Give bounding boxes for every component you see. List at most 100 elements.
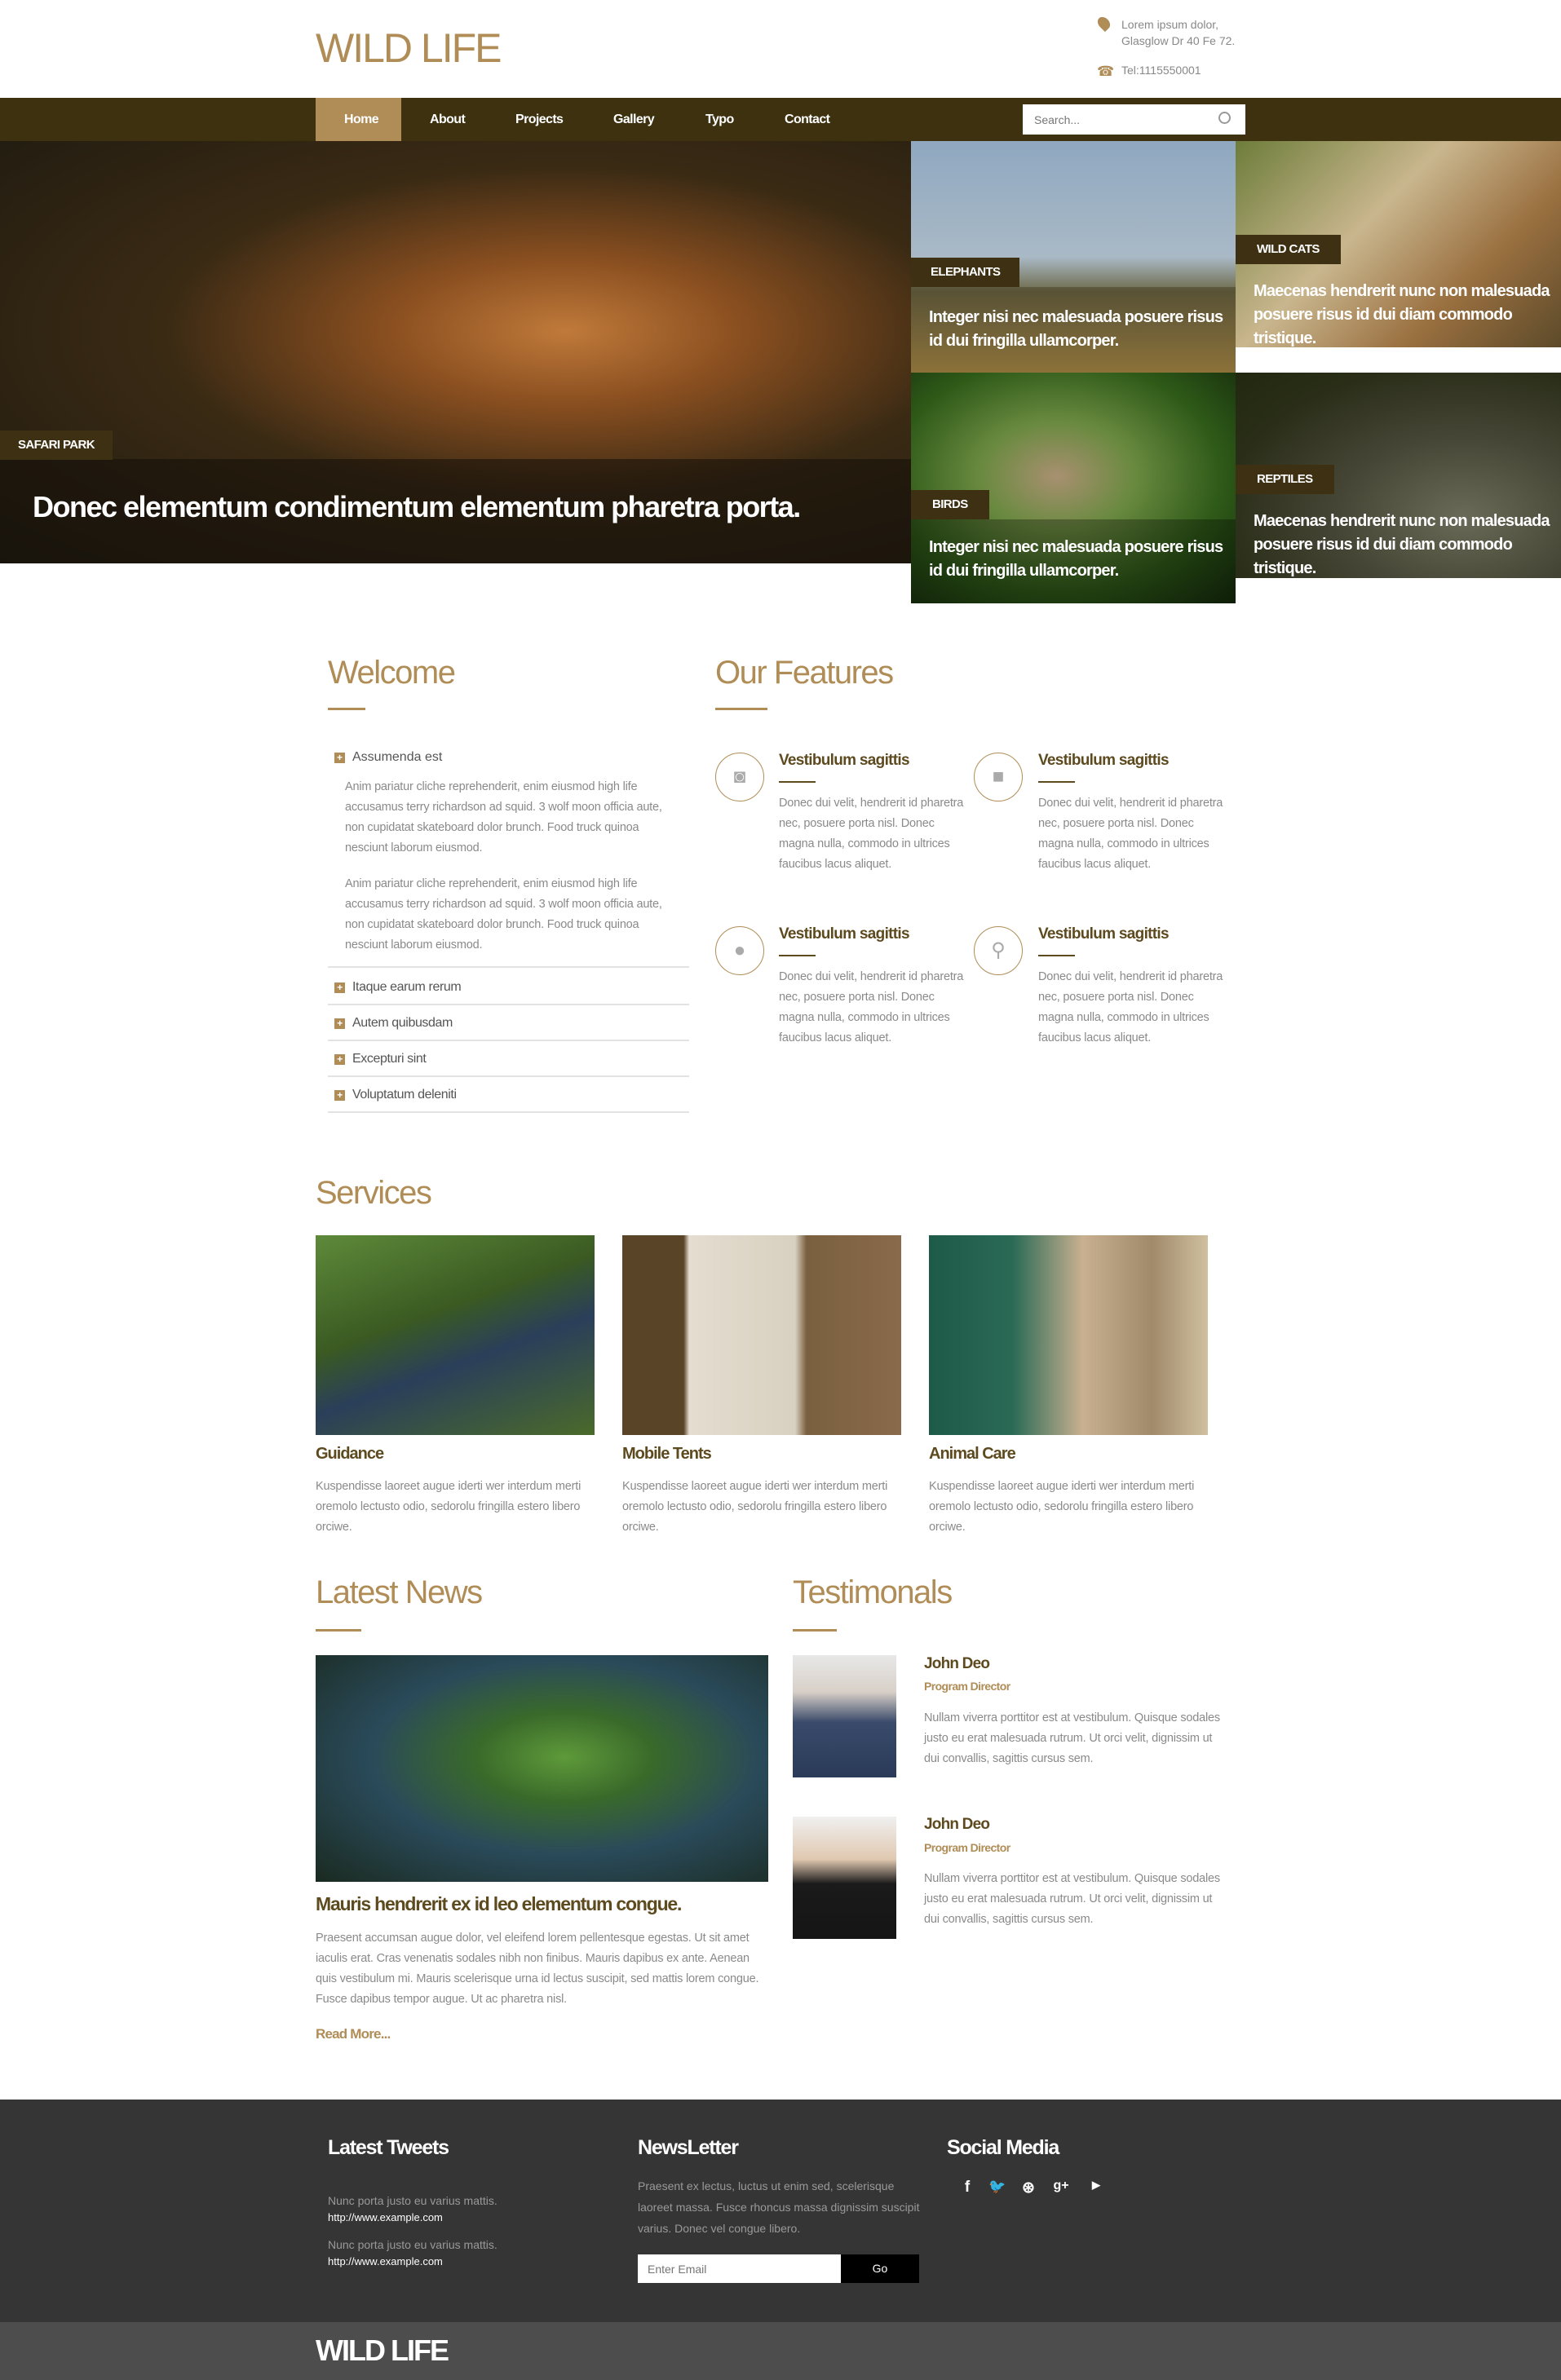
read-more-link[interactable]: Read More... — [316, 2026, 391, 2042]
services-title: Services — [316, 1175, 432, 1211]
feature-title: Vestibulum sagittis — [1038, 752, 1170, 769]
accordion-item[interactable]: + Excepturi sint — [328, 1041, 689, 1077]
nav-about[interactable]: About — [430, 98, 466, 141]
tile-reptiles[interactable]: REPTILES Maecenas hendrerit nunc non mal… — [1236, 373, 1561, 578]
google-plus-icon[interactable]: g+ — [1049, 2179, 1073, 2193]
tile-label: ELEPHANTS — [911, 258, 1020, 287]
dribbble-icon[interactable]: ⊛ — [1016, 2179, 1041, 2197]
hero-caption: Donec elementum condimentum elementum ph… — [33, 490, 801, 523]
feature-underline — [779, 955, 816, 956]
feature-title: Vestibulum sagittis — [779, 925, 910, 943]
logo[interactable]: WILD LIFE — [316, 24, 502, 72]
hero-label: SAFARI PARK — [0, 431, 113, 460]
accordion-paragraph: Anim pariatur cliche reprehenderit, enim… — [345, 877, 662, 952]
tweet-text: Nunc porta justo eu varius mattis. — [328, 2194, 497, 2207]
map-marker-icon — [1094, 14, 1113, 33]
bottom-bar — [0, 2322, 1561, 2380]
feature-title: Vestibulum sagittis — [779, 752, 910, 769]
service-text: Kuspendisse laoreet augue iderti wer int… — [929, 1480, 1195, 1534]
hero-main[interactable]: SAFARI PARK Donec elementum condimentum … — [0, 141, 911, 563]
testimonial-role: Program Director — [924, 1680, 1010, 1693]
address-line-2: Glasglow Dr 40 Fe 72. — [1121, 34, 1236, 47]
testimonials-title: Testimonals — [793, 1574, 953, 1610]
welcome-title: Welcome — [328, 655, 456, 691]
avatar — [793, 1655, 896, 1777]
feature-text: Donec dui velit, hendrerit id pharetra n… — [779, 797, 964, 871]
service-text: Kuspendisse laoreet augue iderti wer int… — [316, 1480, 582, 1534]
title-underline — [328, 708, 365, 710]
nav-contact[interactable]: Contact — [785, 98, 830, 141]
search-input[interactable] — [1023, 104, 1245, 135]
accordion-title: Excepturi sint — [352, 1052, 427, 1066]
service-image-mobile-tents — [622, 1235, 901, 1435]
tile-birds[interactable]: BIRDS Integer nisi nec malesuada posuere… — [911, 373, 1236, 603]
newsletter-title: NewsLetter — [638, 2136, 739, 2159]
newsletter-text: Praesent ex lectus, luctus ut enim sed, … — [638, 2179, 920, 2235]
nav-typo[interactable]: Typo — [705, 98, 734, 141]
title-underline — [793, 1629, 837, 1632]
accordion-title: Autem quibusdam — [352, 1016, 453, 1030]
feature-title: Vestibulum sagittis — [1038, 925, 1170, 943]
feature-underline — [779, 781, 816, 783]
tile-caption: Maecenas hendrerit nunc non malesuada po… — [1254, 512, 1550, 577]
feature-underline — [1038, 781, 1075, 783]
accordion-title[interactable]: Assumenda est — [352, 750, 442, 765]
bottom-logo[interactable]: WILD LIFE — [316, 2334, 449, 2368]
tweet-link[interactable]: http://www.example.com — [328, 2255, 443, 2267]
plus-icon: + — [334, 982, 345, 993]
feature-text: Donec dui velit, hendrerit id pharetra n… — [1038, 797, 1223, 871]
twitter-icon[interactable]: 🐦 — [985, 2179, 1010, 2195]
service-title: Animal Care — [929, 1445, 1016, 1463]
nav-home[interactable]: Home — [344, 98, 379, 141]
testimonial-name: John Deo — [924, 1816, 990, 1833]
testimonial-role: Program Director — [924, 1841, 1010, 1854]
accordion-item[interactable]: + Voluptatum deleniti — [328, 1077, 689, 1113]
tile-label: BIRDS — [911, 490, 989, 519]
search-icon[interactable] — [1218, 112, 1231, 124]
social-title: Social Media — [947, 2136, 1059, 2159]
plus-icon: + — [334, 1090, 345, 1101]
feature-text: Donec dui velit, hendrerit id pharetra n… — [1038, 970, 1223, 1044]
facebook-icon[interactable]: f — [955, 2179, 979, 2197]
camera-icon: ◙ — [715, 753, 764, 801]
tile-caption: Maecenas hendrerit nunc non malesuada po… — [1254, 282, 1550, 347]
phone-icon: ☎ — [1097, 64, 1115, 79]
service-image-animal-care — [929, 1235, 1208, 1435]
nav-projects[interactable]: Projects — [515, 98, 564, 141]
news-image[interactable] — [316, 1655, 768, 1882]
news-title: Latest News — [316, 1574, 483, 1610]
go-button[interactable]: Go — [841, 2254, 919, 2283]
feature-text: Donec dui velit, hendrerit id pharetra n… — [779, 970, 964, 1044]
tweets-title: Latest Tweets — [328, 2136, 449, 2159]
tile-wild-cats[interactable]: WILD CATS Maecenas hendrerit nunc non ma… — [1236, 141, 1561, 347]
accordion-item-open[interactable]: + Assumenda est Anim pariatur cliche rep… — [328, 746, 689, 968]
feature-underline — [1038, 955, 1075, 956]
tile-elephants[interactable]: ELEPHANTS Integer nisi nec malesuada pos… — [911, 141, 1236, 373]
accordion-item[interactable]: + Autem quibusdam — [328, 1005, 689, 1041]
video-camera-icon: ■ — [974, 753, 1023, 801]
main-nav: Home About Projects Gallery Typo Contact — [0, 98, 1561, 141]
news-headline[interactable]: Mauris hendrerit ex id leo elementum con… — [316, 1893, 682, 1915]
tweet-text: Nunc porta justo eu varius mattis. — [328, 2238, 497, 2251]
address-line-1: Lorem ipsum dolor, — [1121, 18, 1219, 31]
nav-gallery[interactable]: Gallery — [613, 98, 655, 141]
accordion-paragraph: Anim pariatur cliche reprehenderit, enim… — [345, 780, 662, 854]
tile-caption: Integer nisi nec malesuada posuere risus… — [929, 538, 1223, 580]
service-title: Guidance — [316, 1445, 384, 1463]
plus-icon: + — [334, 1018, 345, 1029]
service-title: Mobile Tents — [622, 1445, 712, 1463]
title-underline — [316, 1629, 361, 1632]
accordion-item[interactable]: + Itaque earum rerum — [328, 969, 689, 1005]
title-underline — [715, 708, 767, 710]
service-text: Kuspendisse laoreet augue iderti wer int… — [622, 1480, 888, 1534]
tel: Tel:1115550001 — [1121, 64, 1201, 77]
tweet-link[interactable]: http://www.example.com — [328, 2211, 443, 2223]
globe-icon: ● — [715, 926, 764, 975]
testimonial-text: Nullam viverra porttitor est at vestibul… — [924, 1872, 1220, 1926]
youtube-icon[interactable]: ▶ — [1084, 2179, 1108, 2192]
map-marker-icon: ⚲ — [974, 926, 1023, 975]
tile-label: WILD CATS — [1236, 235, 1341, 264]
email-input[interactable] — [638, 2254, 841, 2283]
accordion-title: Itaque earum rerum — [352, 980, 462, 994]
tile-caption: Integer nisi nec malesuada posuere risus… — [929, 308, 1223, 350]
